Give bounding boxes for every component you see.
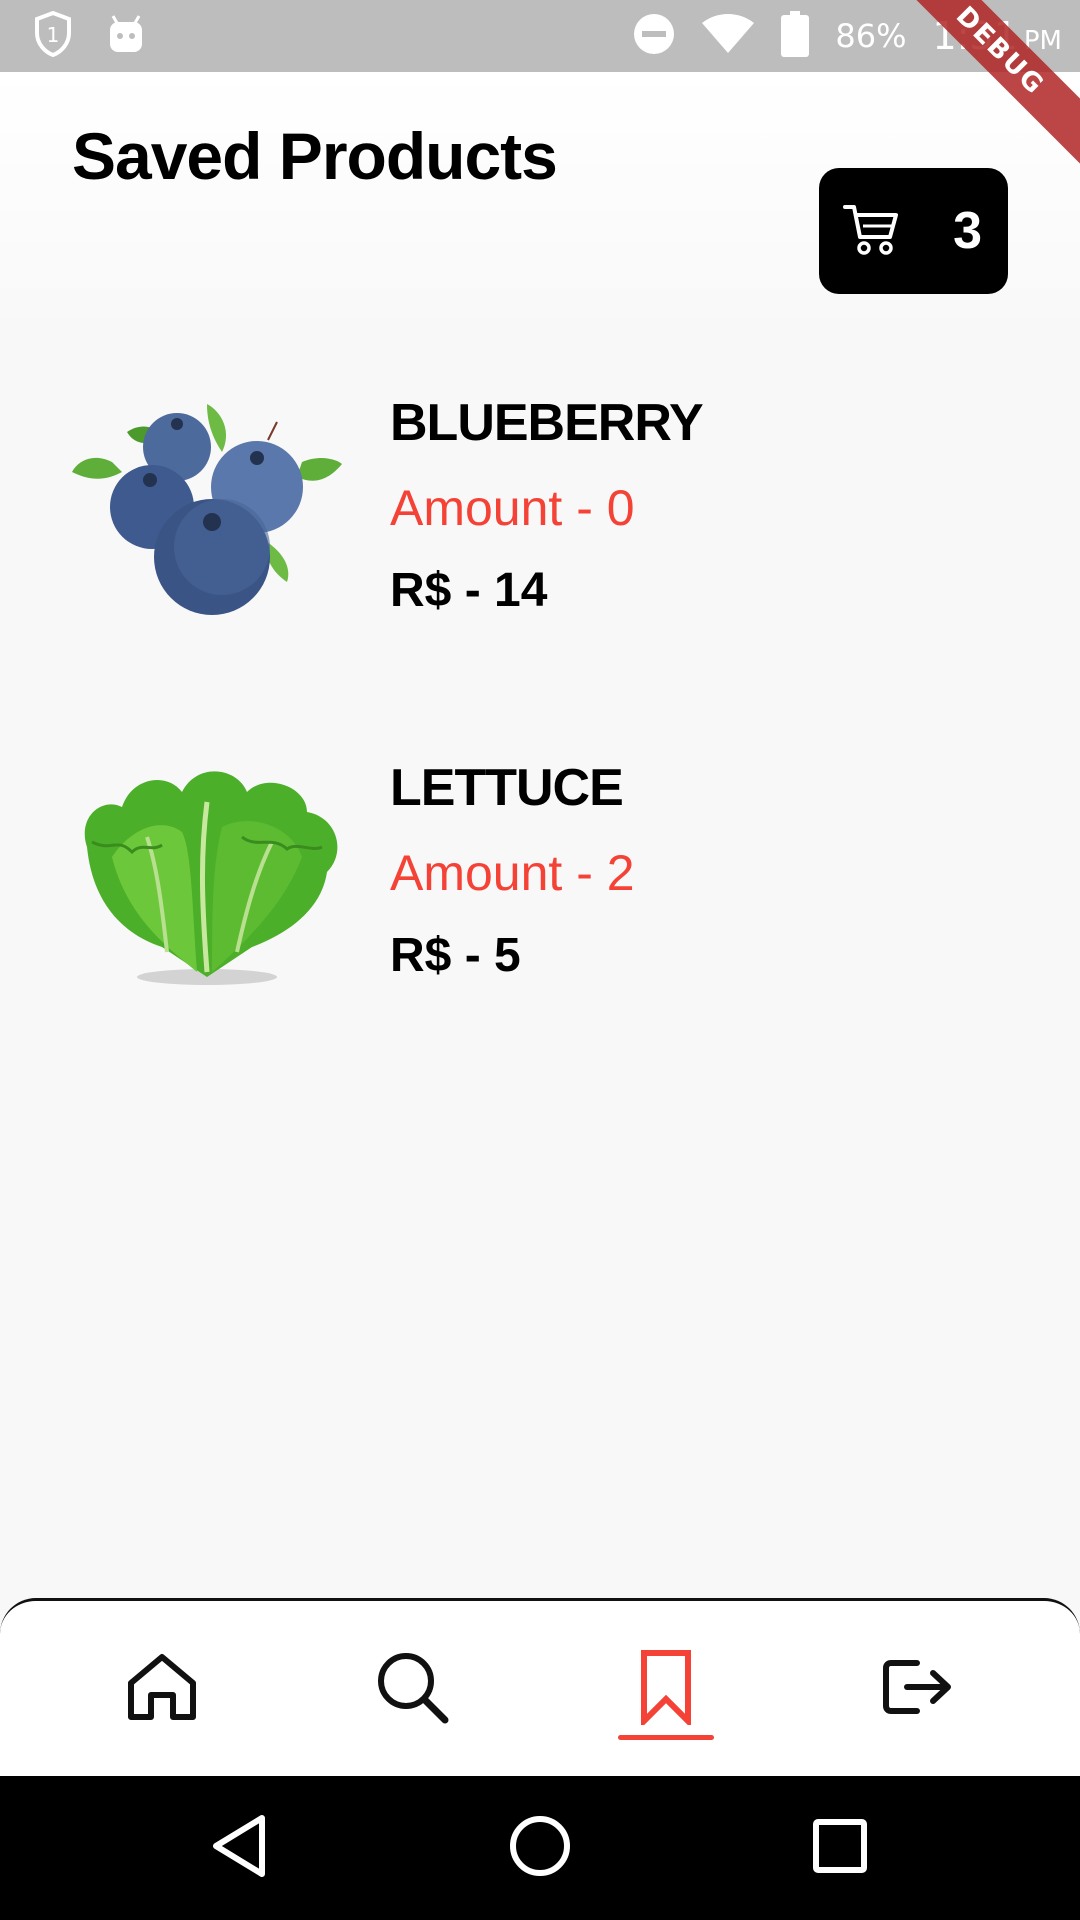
recents-square-icon — [812, 1818, 868, 1879]
product-amount: Amount - 0 — [390, 480, 635, 536]
cart-icon — [843, 202, 899, 261]
back-triangle-icon — [210, 1814, 270, 1883]
battery-icon — [781, 10, 810, 62]
logout-icon — [881, 1657, 955, 1722]
cart-button[interactable]: 3 — [819, 168, 1008, 294]
svg-text:1: 1 — [47, 23, 60, 47]
product-price: R$ - 14 — [390, 564, 548, 617]
page-title: Saved Products — [72, 119, 558, 193]
status-bar: 1 86% PM — [0, 0, 1080, 72]
battery-percentage: 86% — [835, 17, 907, 55]
home-circle-icon — [508, 1814, 572, 1883]
lettuce-image — [72, 757, 342, 997]
nav-saved-button[interactable] — [616, 1639, 716, 1739]
android-debug-icon — [108, 14, 144, 59]
product-price: R$ - 5 — [390, 929, 521, 982]
product-name: LETTUCE — [390, 759, 624, 817]
system-navigation-bar — [0, 1776, 1080, 1920]
shield-notification-icon: 1 — [34, 10, 72, 62]
cart-count: 3 — [953, 202, 982, 260]
search-icon — [375, 1650, 449, 1729]
nav-search-button[interactable] — [362, 1639, 462, 1739]
nav-home-button[interactable] — [112, 1639, 212, 1739]
product-info: BLUEBERRY Amount - 0 R$ - 14 — [390, 392, 704, 620]
active-tab-indicator — [618, 1735, 714, 1740]
wifi-icon — [701, 13, 755, 60]
system-home-button[interactable] — [500, 1808, 580, 1888]
bottom-navigation — [0, 1598, 1080, 1776]
do-not-disturb-icon — [633, 13, 675, 60]
product-name: BLUEBERRY — [390, 394, 704, 452]
product-amount: Amount - 2 — [390, 845, 635, 901]
system-recents-button[interactable] — [800, 1808, 880, 1888]
bookmark-icon — [640, 1649, 692, 1730]
home-icon — [125, 1651, 199, 1728]
list-item[interactable]: BLUEBERRY Amount - 0 R$ - 14 — [72, 392, 972, 632]
nav-logout-button[interactable] — [868, 1639, 968, 1739]
system-back-button[interactable] — [200, 1808, 280, 1888]
blueberry-image — [72, 392, 342, 632]
list-item[interactable]: LETTUCE Amount - 2 R$ - 5 — [72, 757, 972, 997]
product-info: LETTUCE Amount - 2 R$ - 5 — [390, 757, 635, 985]
